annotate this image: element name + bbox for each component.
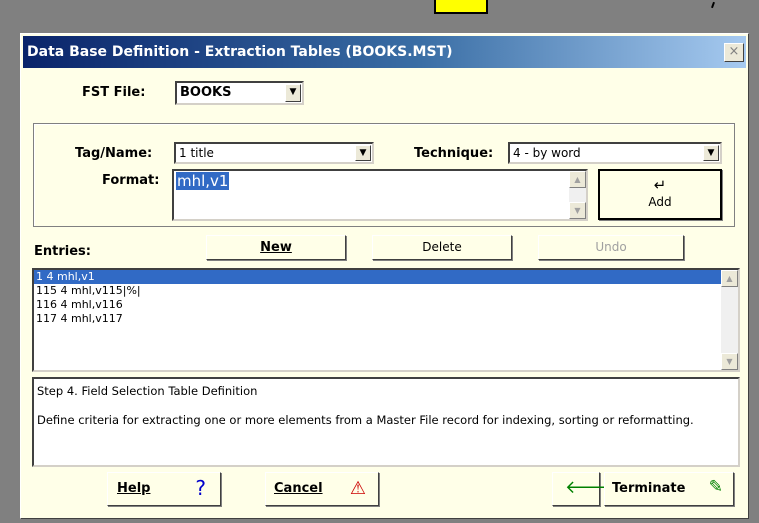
question-icon: ? (195, 476, 206, 500)
chevron-down-icon[interactable]: ▼ (703, 145, 719, 161)
format-value: mhl,v1 (176, 172, 230, 190)
entries-label: Entries: (34, 244, 91, 259)
window-title: Data Base Definition - Extraction Tables… (27, 44, 453, 60)
technique-value: 4 - by word (513, 146, 581, 160)
tag-name-select[interactable]: 1 title ▼ (174, 142, 374, 164)
entries-list[interactable]: 1 4 mhl,v1 115 4 mhl,v115|%| 116 4 mhl,v… (32, 268, 740, 372)
cancel-button-label: Cancel (274, 481, 323, 496)
chevron-down-icon[interactable]: ▼ (285, 84, 301, 102)
format-label: Format: (102, 173, 160, 188)
title-bar[interactable]: Data Base Definition - Extraction Tables… (23, 36, 746, 68)
delete-button[interactable]: Delete (372, 235, 512, 260)
tag-name-label: Tag/Name: (75, 146, 153, 161)
help-step-text: Step 4. Field Selection Table Definition (37, 384, 258, 398)
entries-scrollbar[interactable]: ▲ ▼ (721, 270, 738, 370)
list-item[interactable]: 117 4 mhl,v117 (34, 312, 738, 326)
list-item[interactable]: 1 4 mhl,v1 (34, 270, 721, 284)
help-button[interactable]: Help ? (107, 472, 221, 506)
new-button[interactable]: New (206, 235, 346, 260)
scroll-down-icon[interactable]: ▼ (721, 353, 738, 370)
technique-label: Technique: (414, 146, 494, 161)
scroll-up-icon[interactable]: ▲ (569, 171, 586, 188)
delete-button-label: Delete (422, 240, 462, 254)
help-description-text: Define criteria for extracting one or mo… (37, 413, 694, 427)
add-button[interactable]: ↵ Add (598, 169, 722, 220)
highlight-marker (434, 0, 488, 14)
new-button-label: New (260, 240, 292, 255)
technique-select[interactable]: 4 - by word ▼ (508, 142, 722, 164)
terminate-button[interactable]: Terminate ✎ (604, 472, 734, 506)
list-item[interactable]: 116 4 mhl,v116 (34, 298, 738, 312)
help-button-label: Help (117, 481, 151, 496)
undo-button[interactable]: Undo (538, 235, 684, 260)
warning-icon: ⚠ (349, 478, 366, 499)
background-mark (711, 1, 715, 9)
back-button[interactable]: 🡐 (552, 472, 613, 506)
chevron-down-icon[interactable]: ▼ (355, 145, 371, 161)
format-textarea[interactable]: mhl,v1 ▲ ▼ (172, 169, 588, 221)
fst-file-label: FST File: (82, 85, 146, 100)
dialog-window: Data Base Definition - Extraction Tables… (20, 33, 749, 519)
pencil-icon: ✎ (708, 477, 723, 497)
fst-file-select[interactable]: BOOKS ▼ (175, 81, 304, 105)
terminate-button-label: Terminate (612, 481, 686, 496)
help-text-box: Step 4. Field Selection Table Definition… (32, 377, 740, 467)
tag-name-value: 1 title (179, 146, 214, 160)
cancel-button[interactable]: Cancel ⚠ (265, 472, 379, 506)
undo-button-label: Undo (595, 240, 627, 254)
format-scrollbar[interactable]: ▲ ▼ (569, 171, 586, 219)
scroll-up-icon[interactable]: ▲ (721, 270, 738, 287)
add-button-label: Add (648, 195, 672, 209)
enter-icon: ↵ (653, 176, 667, 194)
fst-file-value: BOOKS (180, 85, 232, 100)
list-item[interactable]: 115 4 mhl,v115|%| (34, 284, 738, 298)
scroll-down-icon[interactable]: ▼ (569, 202, 586, 219)
close-icon[interactable]: × (724, 43, 744, 62)
definition-group: Tag/Name: 1 title ▼ Technique: 4 - by wo… (33, 123, 735, 227)
